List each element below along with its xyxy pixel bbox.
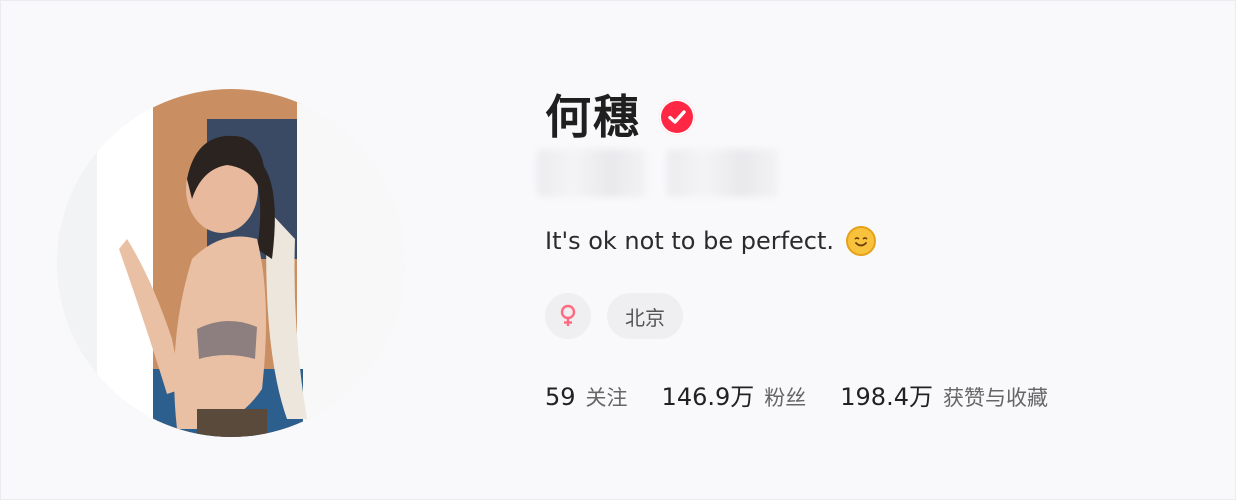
stat-value: 59 bbox=[545, 383, 576, 411]
smiling-face-icon bbox=[846, 226, 877, 256]
profile-page: 何穗 It's ok not to be perfect. 北京 59 关注 1… bbox=[0, 0, 1236, 500]
stat-label: 获赞与收藏 bbox=[942, 386, 1048, 410]
gender-tag bbox=[545, 293, 591, 339]
stat-value: 198.4万 bbox=[840, 383, 933, 411]
profile-bio: It's ok not to be perfect. bbox=[545, 221, 877, 261]
avatar[interactable] bbox=[57, 89, 405, 437]
redacted-block bbox=[537, 149, 647, 197]
stat-label: 粉丝 bbox=[764, 386, 807, 410]
stat-likes-collections[interactable]: 198.4万 获赞与收藏 bbox=[840, 377, 1048, 412]
stat-label: 关注 bbox=[585, 386, 628, 410]
stat-value: 146.9万 bbox=[661, 383, 755, 411]
verified-check-icon bbox=[659, 99, 695, 135]
location-label: 北京 bbox=[625, 305, 665, 330]
bio-text: It's ok not to be perfect. bbox=[545, 227, 835, 255]
stat-followers[interactable]: 146.9万 粉丝 bbox=[662, 377, 807, 412]
location-tag: 北京 bbox=[607, 293, 683, 339]
stat-following[interactable]: 59 关注 bbox=[545, 382, 628, 412]
redacted-id-area bbox=[537, 149, 779, 197]
female-icon bbox=[560, 304, 576, 326]
profile-tags: 北京 bbox=[545, 293, 683, 339]
profile-stats: 59 关注 146.9万 粉丝 198.4万 获赞与收藏 bbox=[545, 377, 1048, 412]
name-row: 何穗 bbox=[545, 87, 695, 147]
avatar-image bbox=[57, 89, 405, 437]
redacted-block bbox=[667, 149, 779, 197]
profile-name: 何穗 bbox=[545, 90, 641, 144]
